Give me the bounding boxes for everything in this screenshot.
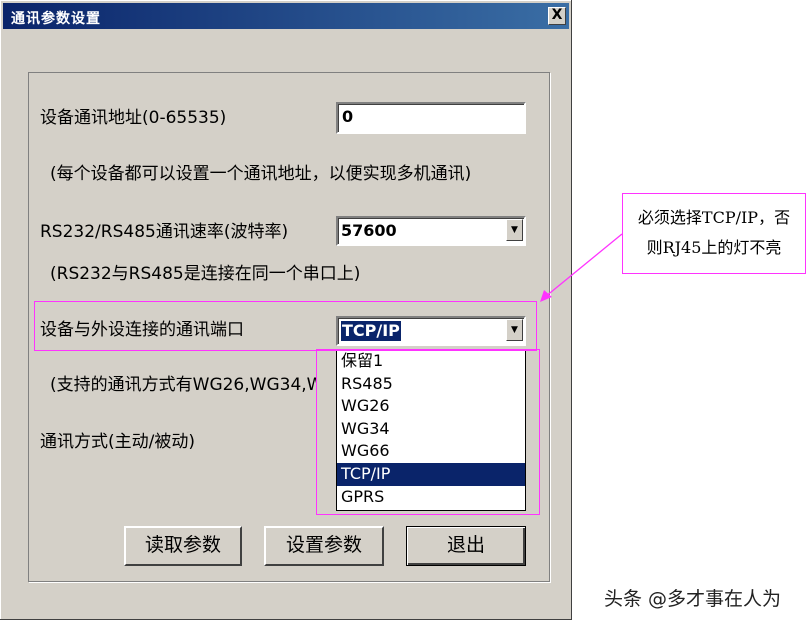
annotation-line-2: 则RJ45上的灯不亮: [646, 238, 782, 257]
callout-arrow: [540, 233, 623, 302]
watermark: 头条 @多才事在人为: [604, 588, 782, 610]
annotation-line-1: 必须选择TCP/IP，否: [637, 208, 791, 227]
annotation-callout: 必须选择TCP/IP，否 则RJ45上的灯不亮: [622, 193, 806, 274]
